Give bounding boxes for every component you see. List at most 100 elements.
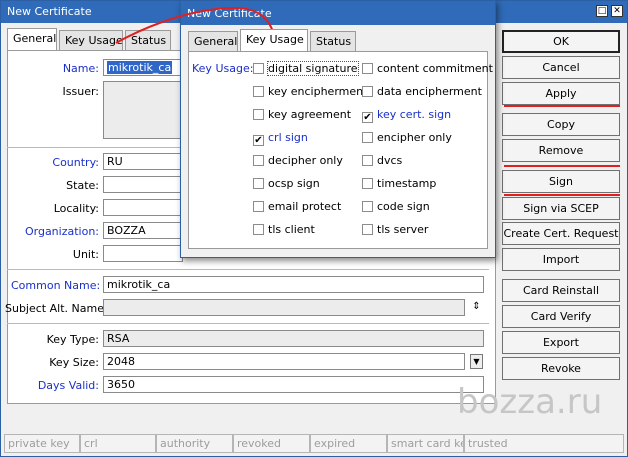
red-underline-annotation: [504, 194, 620, 196]
card-verify-button[interactable]: Card Verify: [502, 305, 620, 328]
checkbox-label: ocsp sign: [268, 177, 320, 190]
checkbox-row[interactable]: decipher only: [253, 154, 343, 167]
checkbox-icon[interactable]: [253, 109, 264, 120]
name-label: Name:: [62, 62, 99, 75]
checkbox-row[interactable]: ✔ crl sign: [253, 131, 308, 146]
dialog-title: New Certificate: [187, 7, 272, 20]
checkbox-icon[interactable]: [362, 63, 373, 74]
checkbox-icon[interactable]: [362, 132, 373, 143]
checkbox-checked-icon[interactable]: ✔: [253, 135, 264, 146]
import-button[interactable]: Import: [502, 248, 620, 271]
cancel-button[interactable]: Cancel: [502, 56, 620, 79]
checkbox-label: tls client: [268, 223, 315, 236]
checkbox-row[interactable]: content commitment: [362, 62, 493, 75]
key-usage-dialog: New Certificate General Key Usage Status…: [180, 0, 496, 258]
checkbox-row[interactable]: key agreement: [253, 108, 351, 121]
checkbox-row[interactable]: tls server: [362, 223, 428, 236]
checkbox-icon[interactable]: [362, 86, 373, 97]
tab-key-usage[interactable]: Key Usage: [59, 30, 123, 50]
red-underline-annotation: [504, 105, 620, 107]
checkbox-icon[interactable]: [362, 155, 373, 166]
unit-label: Unit:: [72, 248, 99, 261]
checkbox-label: encipher only: [377, 131, 452, 144]
card-reinstall-button[interactable]: Card Reinstall: [502, 279, 620, 302]
status-expired: expired: [310, 434, 387, 453]
dialog-titlebar[interactable]: New Certificate: [181, 1, 495, 25]
unit-field[interactable]: [103, 245, 183, 262]
divider: [7, 269, 489, 270]
checkbox-icon[interactable]: [253, 63, 264, 74]
checkbox-icon[interactable]: [362, 178, 373, 189]
dropdown-arrow-icon[interactable]: ▼: [470, 354, 483, 369]
status-crl: crl: [80, 434, 156, 453]
sign-via-scep-button[interactable]: Sign via SCEP: [502, 197, 620, 220]
checkbox-label: key cert. sign: [377, 108, 452, 121]
dialog-tab-status[interactable]: Status: [310, 31, 356, 51]
checkbox-label: key agreement: [268, 108, 352, 121]
organization-label: Organization:: [24, 225, 99, 238]
days-valid-field[interactable]: 3650: [103, 376, 484, 393]
dialog-tab-general[interactable]: General: [188, 31, 238, 51]
sign-button[interactable]: Sign: [502, 170, 620, 193]
checkbox-row[interactable]: digital signature: [253, 61, 359, 76]
country-field[interactable]: RU: [103, 153, 183, 170]
checkbox-icon[interactable]: [253, 86, 264, 97]
create-cert-request-button[interactable]: Create Cert. Request: [502, 222, 620, 245]
maximize-icon[interactable]: □: [596, 5, 608, 17]
state-field[interactable]: [103, 176, 183, 193]
checkbox-row[interactable]: code sign: [362, 200, 430, 213]
checkbox-row[interactable]: email protect: [253, 200, 341, 213]
close-icon[interactable]: ✕: [611, 5, 623, 17]
ok-button[interactable]: OK: [502, 30, 620, 53]
checkbox-row[interactable]: encipher only: [362, 131, 452, 144]
locality-field[interactable]: [103, 199, 183, 216]
tab-status[interactable]: Status: [125, 30, 171, 50]
checkbox-icon[interactable]: [253, 178, 264, 189]
checkbox-icon[interactable]: [362, 201, 373, 212]
checkbox-label: crl sign: [268, 131, 308, 144]
divider: [7, 323, 489, 324]
checkbox-icon[interactable]: [253, 155, 264, 166]
remove-button[interactable]: Remove: [502, 139, 620, 162]
country-label: Country:: [52, 156, 99, 169]
key-type-field[interactable]: RSA: [103, 330, 484, 347]
checkbox-label: dvcs: [377, 154, 403, 167]
checkbox-row[interactable]: data encipherment: [362, 85, 482, 98]
status-smart-card-key: smart card key: [387, 434, 464, 453]
checkbox-icon[interactable]: [253, 201, 264, 212]
checkbox-icon[interactable]: [253, 224, 264, 235]
checkbox-label: email protect: [268, 200, 342, 213]
checkbox-row[interactable]: key encipherment: [253, 85, 367, 98]
common-name-field[interactable]: mikrotik_ca: [103, 276, 484, 293]
locality-label: Locality:: [53, 202, 99, 215]
checkbox-checked-icon[interactable]: ✔: [362, 112, 373, 123]
red-underline-annotation: [504, 165, 620, 167]
checkbox-row[interactable]: dvcs: [362, 154, 402, 167]
checkbox-label: code sign: [377, 200, 430, 213]
window-title: New Certificate: [7, 5, 92, 18]
tab-general[interactable]: General: [7, 28, 57, 50]
expand-icon[interactable]: ⇕: [470, 300, 483, 315]
checkbox-icon[interactable]: [362, 224, 373, 235]
dialog-tab-key-usage[interactable]: Key Usage: [240, 29, 308, 51]
revoke-button[interactable]: Revoke: [502, 357, 620, 380]
issuer-field[interactable]: [103, 81, 183, 139]
subject-alt-name-field[interactable]: [103, 299, 465, 316]
checkbox-label: key encipherment: [268, 85, 368, 98]
checkbox-label: decipher only: [268, 154, 343, 167]
key-usage-pane: [188, 51, 488, 249]
copy-button[interactable]: Copy: [502, 113, 620, 136]
subject-alt-name-label: Subject Alt. Name:: [5, 302, 108, 315]
name-value: mikrotik_ca: [107, 61, 173, 74]
key-size-field[interactable]: 2048: [103, 353, 465, 370]
checkbox-label: timestamp: [377, 177, 437, 190]
status-private-key: private key: [4, 434, 80, 453]
checkbox-row[interactable]: ✔ key cert. sign: [362, 108, 451, 123]
days-valid-label: Days Valid:: [37, 379, 99, 392]
checkbox-row[interactable]: tls client: [253, 223, 315, 236]
checkbox-row[interactable]: ocsp sign: [253, 177, 320, 190]
export-button[interactable]: Export: [502, 331, 620, 354]
organization-field[interactable]: BOZZA: [103, 222, 183, 239]
checkbox-row[interactable]: timestamp: [362, 177, 436, 190]
apply-button[interactable]: Apply: [502, 82, 620, 105]
